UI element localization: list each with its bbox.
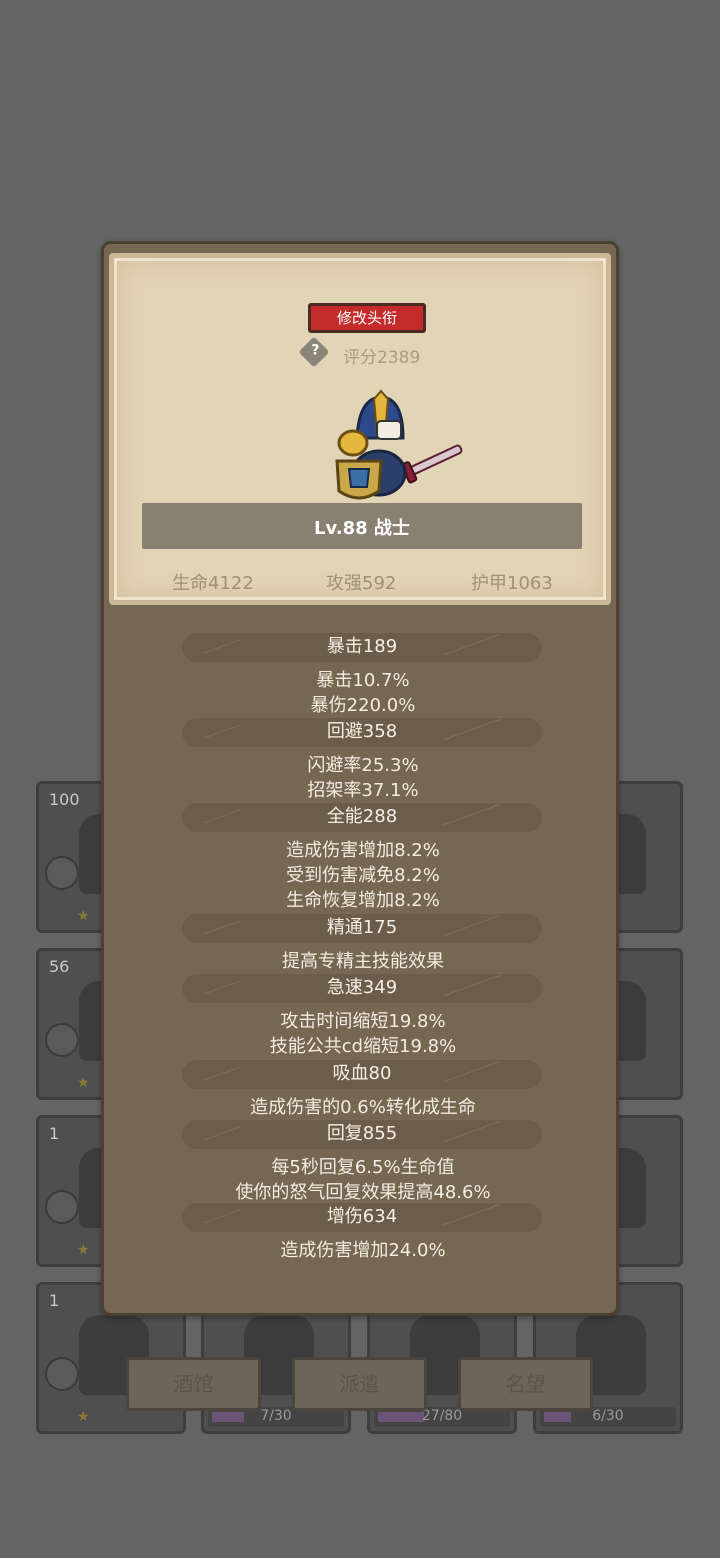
stat-line: 造成伤害的0.6%转化成生命 (250, 1097, 476, 1118)
stat-line: 技能公共cd缩短19.8% (269, 1036, 457, 1057)
stat-line: 造成伤害增加8.2% (286, 840, 440, 861)
armor-stat: 护甲1063 (471, 573, 553, 594)
stat-mastery-header: 精通175 (326, 917, 398, 938)
star-icon: ★ (77, 1075, 90, 1091)
hp-stat: 生命4122 (172, 573, 254, 594)
stat-line: 招架率37.1% (307, 780, 419, 801)
level-banner: Lv.88 战士 (142, 503, 582, 549)
hero-score: 评分2389 (343, 348, 421, 368)
stat-line: 生命恢复增加8.2% (286, 890, 440, 911)
attack-stat: 攻强592 (326, 573, 397, 594)
dispatch-button[interactable]: 派遣 (292, 1357, 427, 1411)
hero-info-panel: 修改头衔 ? 评分2389 Lv.88 战士 生命4122 攻强592 护甲10… (109, 253, 611, 605)
stat-line: 每5秒回复6.5%生命值 (271, 1157, 455, 1178)
star-icon: ★ (77, 1242, 90, 1258)
help-icon-glyph: ? (311, 342, 320, 359)
stat-line: 造成伤害增加24.0% (280, 1240, 446, 1261)
stat-lifesteal-header: 吸血80 (332, 1063, 392, 1084)
star-icon: ★ (77, 1409, 90, 1425)
star-icon: ★ (77, 908, 90, 924)
stat-line: 攻击时间缩短19.8% (280, 1011, 446, 1032)
help-icon[interactable]: ? (298, 336, 330, 368)
class-badge-icon (45, 1357, 79, 1391)
stat-line: 暴击10.7% (316, 670, 410, 691)
hero-card-count: 56 (49, 957, 70, 976)
edit-title-button[interactable]: 修改头衔 (308, 303, 426, 333)
hero-card-count: 1 (49, 1291, 60, 1310)
stat-line: 使你的怒气回复效果提高48.6% (235, 1182, 491, 1203)
fame-button[interactable]: 名望 (458, 1357, 593, 1411)
stat-line: 闪避率25.3% (307, 755, 419, 776)
stat-haste-header: 急速349 (326, 977, 398, 998)
hero-level-class: Lv.88 战士 (314, 518, 410, 539)
stat-crit-header: 暴击189 (326, 636, 398, 657)
stat-damage-bonus-header: 增伤634 (326, 1206, 398, 1227)
stat-line: 暴伤220.0% (310, 695, 416, 716)
stat-line: 提高专精主技能效果 (282, 951, 444, 972)
stat-line: 受到伤害减免8.2% (286, 865, 440, 886)
class-badge-icon (45, 1190, 79, 1224)
class-badge-icon (45, 856, 79, 890)
hero-card-count: 100 (49, 790, 80, 809)
hero-detail-dialog: 修改头衔 ? 评分2389 Lv.88 战士 生命4122 攻强592 护甲10… (101, 241, 619, 1316)
tavern-button[interactable]: 酒馆 (126, 1357, 261, 1411)
stat-versatility-header: 全能288 (326, 806, 398, 827)
warrior-portrait (335, 389, 463, 500)
hero-card-count: 1 (49, 1124, 60, 1143)
stat-evasion-header: 回避358 (326, 721, 398, 742)
stat-recovery-header: 回复855 (326, 1123, 398, 1144)
class-badge-icon (45, 1023, 79, 1057)
